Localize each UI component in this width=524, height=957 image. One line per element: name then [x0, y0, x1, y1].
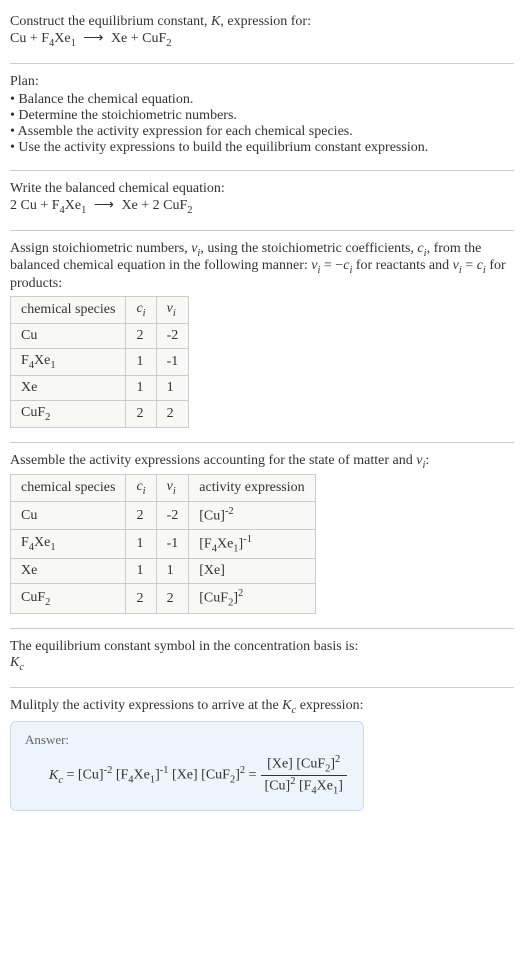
- divider: [10, 230, 514, 231]
- cell-activity: [CuF2]2: [189, 584, 315, 613]
- cell-vi: -2: [156, 502, 189, 530]
- cell-species: Xe: [11, 559, 126, 584]
- col-ci: ci: [126, 475, 156, 502]
- cell-ci: 1: [126, 375, 156, 400]
- cell-ci: 2: [126, 502, 156, 530]
- cell-vi: 1: [156, 559, 189, 584]
- divider: [10, 687, 514, 688]
- col-vi: νi: [156, 297, 189, 324]
- cell-vi: -2: [156, 323, 189, 348]
- cell-species: Cu: [11, 502, 126, 530]
- fraction: [Xe] [CuF2]2 [Cu]2 [F4Xe1]: [261, 754, 347, 796]
- fraction-numerator: [Xe] [CuF2]2: [261, 754, 347, 775]
- table-row: Xe 1 1: [11, 375, 189, 400]
- assign-section: Assign stoichiometric numbers, νi, using…: [10, 235, 514, 438]
- activity-table: chemical species ci νi activity expressi…: [10, 474, 316, 613]
- fraction-denominator: [Cu]2 [F4Xe1]: [261, 776, 347, 796]
- answer-label: Answer:: [25, 732, 349, 748]
- table-row: Cu 2 -2: [11, 323, 189, 348]
- table-row: Xe 1 1 [Xe]: [11, 559, 316, 584]
- balanced-equation: 2 Cu + F4Xe1 ⟶ Xe + 2 CuF2: [10, 197, 514, 216]
- cell-vi: 2: [156, 400, 189, 427]
- col-vi: νi: [156, 475, 189, 502]
- cell-species: Xe: [11, 375, 126, 400]
- plan-item: Use the activity expressions to build th…: [10, 140, 514, 156]
- col-species: chemical species: [11, 475, 126, 502]
- cell-species: Cu: [11, 323, 126, 348]
- cell-ci: 1: [126, 559, 156, 584]
- table-header-row: chemical species ci νi activity expressi…: [11, 475, 316, 502]
- divider: [10, 63, 514, 64]
- multiply-text: Mulitply the activity expressions to arr…: [10, 698, 514, 716]
- intro-text: Construct the equilibrium constant, K, e…: [10, 14, 514, 30]
- activity-section: Assemble the activity expressions accoun…: [10, 447, 514, 624]
- col-ci: ci: [126, 297, 156, 324]
- cell-species: F4Xe1: [11, 529, 126, 558]
- kc-symbol-text: The equilibrium constant symbol in the c…: [10, 639, 514, 655]
- plan-item: Determine the stoichiometric numbers.: [10, 108, 514, 124]
- cell-species: CuF2: [11, 400, 126, 427]
- plan-item: Assemble the activity expression for eac…: [10, 124, 514, 140]
- cell-species: F4Xe1: [11, 348, 126, 375]
- kc-symbol-section: The equilibrium constant symbol in the c…: [10, 633, 514, 683]
- divider: [10, 442, 514, 443]
- answer-box: Answer: Kc = [Cu]-2 [F4Xe1]-1 [Xe] [CuF2…: [10, 721, 364, 811]
- plan-heading: Plan:: [10, 74, 514, 90]
- cell-ci: 2: [126, 584, 156, 613]
- col-activity: activity expression: [189, 475, 315, 502]
- kc-expression: Kc = [Cu]-2 [F4Xe1]-1 [Xe] [CuF2]2 = [Xe…: [25, 754, 349, 796]
- multiply-section: Mulitply the activity expressions to arr…: [10, 692, 514, 822]
- activity-text: Assemble the activity expressions accoun…: [10, 453, 514, 471]
- intro-equation: Cu + F4Xe1 ⟶ Xe + CuF2: [10, 30, 514, 49]
- balanced-heading: Write the balanced chemical equation:: [10, 181, 514, 197]
- cell-vi: -1: [156, 529, 189, 558]
- table-row: CuF2 2 2: [11, 400, 189, 427]
- kc-symbol: Kc: [10, 655, 514, 673]
- cell-vi: 2: [156, 584, 189, 613]
- cell-ci: 1: [126, 348, 156, 375]
- cell-activity: [F4Xe1]-1: [189, 529, 315, 558]
- divider: [10, 628, 514, 629]
- table-header-row: chemical species ci νi: [11, 297, 189, 324]
- cell-activity: [Xe]: [189, 559, 315, 584]
- balanced-section: Write the balanced chemical equation: 2 …: [10, 175, 514, 226]
- cell-ci: 2: [126, 323, 156, 348]
- plan-list: Balance the chemical equation. Determine…: [10, 92, 514, 156]
- table-row: Cu 2 -2 [Cu]-2: [11, 502, 316, 530]
- col-species: chemical species: [11, 297, 126, 324]
- cell-ci: 2: [126, 400, 156, 427]
- intro-section: Construct the equilibrium constant, K, e…: [10, 8, 514, 59]
- cell-activity: [Cu]-2: [189, 502, 315, 530]
- cell-species: CuF2: [11, 584, 126, 613]
- table-row: F4Xe1 1 -1 [F4Xe1]-1: [11, 529, 316, 558]
- table-row: CuF2 2 2 [CuF2]2: [11, 584, 316, 613]
- cell-vi: 1: [156, 375, 189, 400]
- assign-text: Assign stoichiometric numbers, νi, using…: [10, 241, 514, 293]
- table-row: F4Xe1 1 -1: [11, 348, 189, 375]
- plan-item: Balance the chemical equation.: [10, 92, 514, 108]
- cell-ci: 1: [126, 529, 156, 558]
- stoich-table: chemical species ci νi Cu 2 -2 F4Xe1 1 -…: [10, 296, 189, 427]
- cell-vi: -1: [156, 348, 189, 375]
- divider: [10, 170, 514, 171]
- plan-section: Plan: Balance the chemical equation. Det…: [10, 68, 514, 166]
